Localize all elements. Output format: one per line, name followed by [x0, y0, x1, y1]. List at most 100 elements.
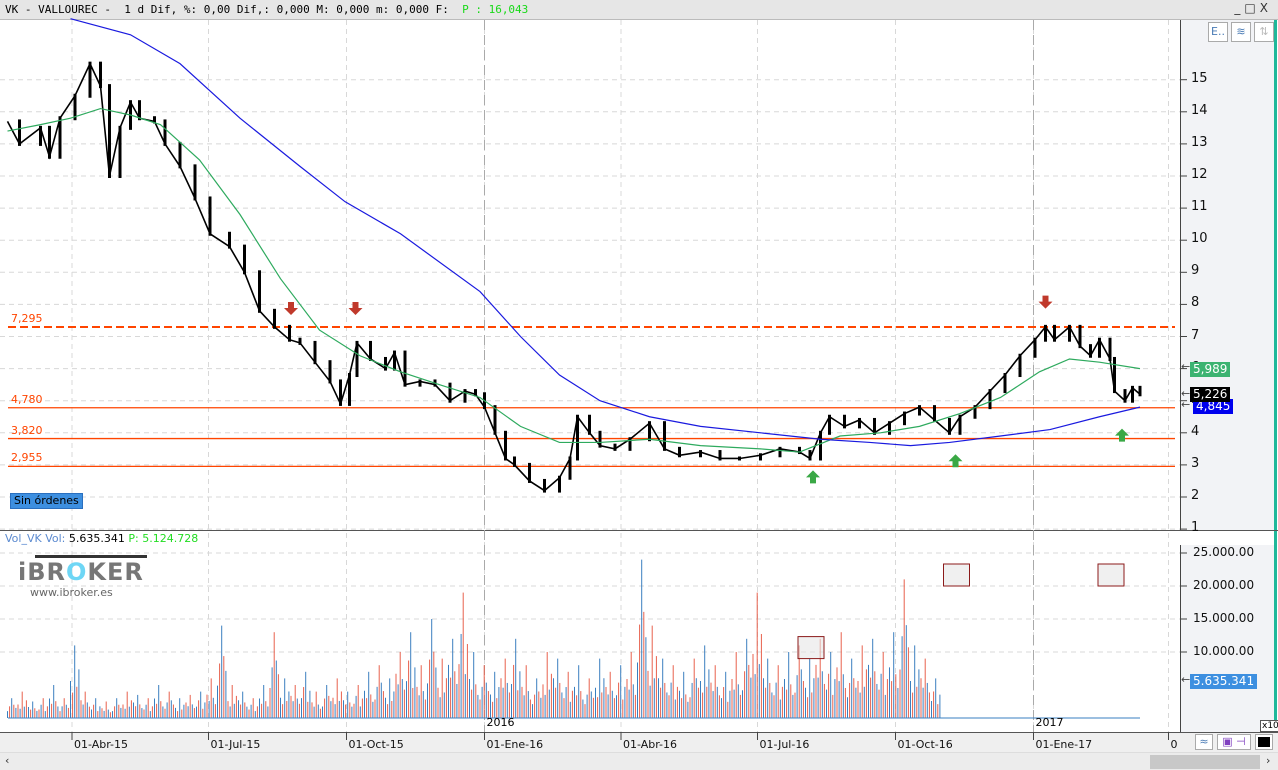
candlestick	[1044, 324, 1047, 342]
arrow-left-icon: ←	[1181, 673, 1191, 686]
database-icon[interactable]: ≋	[1231, 22, 1251, 42]
vol-label: Vol:	[45, 532, 66, 545]
indicator-icon[interactable]: ≈	[1195, 734, 1213, 750]
arrow-up-icon	[1115, 428, 1129, 442]
arrow-up-icon	[806, 470, 820, 484]
candlestick	[393, 350, 396, 371]
candlestick	[948, 417, 951, 435]
candlestick	[18, 119, 21, 146]
price-tick-label: 3	[1191, 455, 1200, 471]
candlestick	[48, 125, 51, 159]
candlestick	[819, 430, 822, 461]
volume-tick-label: 25.000.00	[1193, 545, 1255, 559]
volume-tick-label: 20.000.00	[1193, 578, 1255, 592]
candlestick	[178, 141, 182, 169]
candlestick	[193, 164, 197, 201]
candlestick	[663, 421, 666, 451]
volume-highlight-box	[943, 563, 970, 587]
price-tick-label: 11	[1191, 199, 1208, 215]
candlestick	[355, 340, 359, 378]
arrow-down-icon	[1038, 295, 1053, 309]
candlestick	[778, 446, 782, 458]
candlestick	[543, 478, 546, 493]
candlestick	[243, 244, 246, 275]
p-label: P:	[128, 532, 139, 545]
price-tick-label: 13	[1191, 134, 1208, 150]
horizontal-scrollbar[interactable]: ‹ ›	[0, 752, 1278, 770]
date-tick-label: 01-Jul-15	[210, 738, 261, 751]
date-tick-label: 0	[1170, 738, 1178, 751]
level-label: 3,820	[11, 423, 43, 437]
last-price-badge: 5,226	[1190, 387, 1231, 402]
candlestick	[528, 462, 531, 483]
candlestick	[298, 337, 302, 345]
candlestick	[384, 356, 387, 371]
candlestick	[108, 84, 111, 178]
candlestick	[1098, 337, 1101, 358]
volume-tick-label: 10.000.00	[1193, 644, 1255, 658]
save-icon[interactable]: ▣ ⊣	[1217, 734, 1251, 750]
sma-short-badge: 5,989	[1190, 362, 1231, 377]
orders-badge[interactable]: Sin órdenes	[10, 493, 83, 509]
arrow-left-icon: ←	[1181, 398, 1191, 411]
candlestick	[273, 308, 276, 329]
candlestick	[288, 324, 291, 342]
scroll-left-icon[interactable]: ‹	[5, 754, 9, 767]
volume-indicator-name: Vol_VK	[5, 532, 42, 545]
price-tick-label: 12	[1191, 167, 1208, 182]
candlestick	[718, 450, 722, 461]
candlestick	[873, 417, 876, 435]
volume-header: Vol_VK Vol: 5.635.341 P: 5.124.728	[5, 532, 198, 545]
volume-highlight-box	[1097, 563, 1125, 587]
volume-tick-label: 15.000.00	[1193, 611, 1255, 625]
candlestick	[328, 360, 332, 384]
axis-scale-icon[interactable]: E..	[1208, 22, 1228, 42]
candlestick	[598, 430, 602, 448]
candlestick	[1123, 389, 1127, 403]
candlestick	[1018, 353, 1022, 378]
vol-value: 5.635.341	[68, 532, 125, 545]
ibroker-logo: iBROKER www.ibroker.es	[18, 555, 147, 599]
volume-highlight-box	[797, 636, 825, 660]
candlestick	[99, 61, 102, 89]
candlestick	[759, 453, 762, 461]
sort-arrows-icon[interactable]: ⇅	[1254, 22, 1274, 42]
volume-badge: 5.635.341	[1190, 674, 1258, 689]
price-tick-label: 10	[1191, 231, 1208, 247]
candlestick	[808, 450, 812, 461]
scroll-right-icon[interactable]: ›	[1266, 754, 1270, 767]
candlestick	[463, 389, 467, 403]
candlestick	[958, 414, 962, 435]
chart-canvas[interactable]	[0, 0, 1278, 770]
arrow-down-icon	[284, 302, 298, 316]
arrow-left-icon: ←	[1181, 360, 1191, 373]
price-tick-label: 1	[1191, 520, 1200, 536]
price-line	[6, 61, 1141, 492]
candlestick	[448, 382, 452, 403]
candlestick	[504, 430, 507, 461]
date-tick-label: 01-Abr-16	[623, 738, 678, 751]
candlestick	[738, 456, 741, 461]
candlestick	[58, 116, 62, 159]
candlestick	[699, 450, 702, 458]
date-tick-label: 01-Oct-16	[897, 738, 953, 751]
candlestick	[513, 456, 516, 467]
candlestick	[313, 340, 317, 365]
candlestick	[418, 379, 422, 387]
candlestick	[576, 414, 579, 461]
candlestick	[628, 437, 632, 451]
level-label: 2,955	[11, 451, 43, 465]
scroll-thumb[interactable]	[1150, 755, 1260, 769]
candlestick	[39, 125, 42, 146]
candlestick	[933, 405, 936, 422]
candlestick	[843, 414, 846, 429]
candlestick	[1108, 337, 1112, 361]
candlestick	[588, 414, 591, 435]
candlestick	[1089, 344, 1092, 358]
candlestick	[1113, 356, 1116, 394]
color-picker[interactable]	[1255, 734, 1273, 750]
price-tick-label: 15	[1191, 70, 1208, 86]
scale-note: x10	[1260, 720, 1278, 732]
p-value: 5.124.728	[142, 532, 199, 545]
candlestick	[678, 446, 681, 458]
